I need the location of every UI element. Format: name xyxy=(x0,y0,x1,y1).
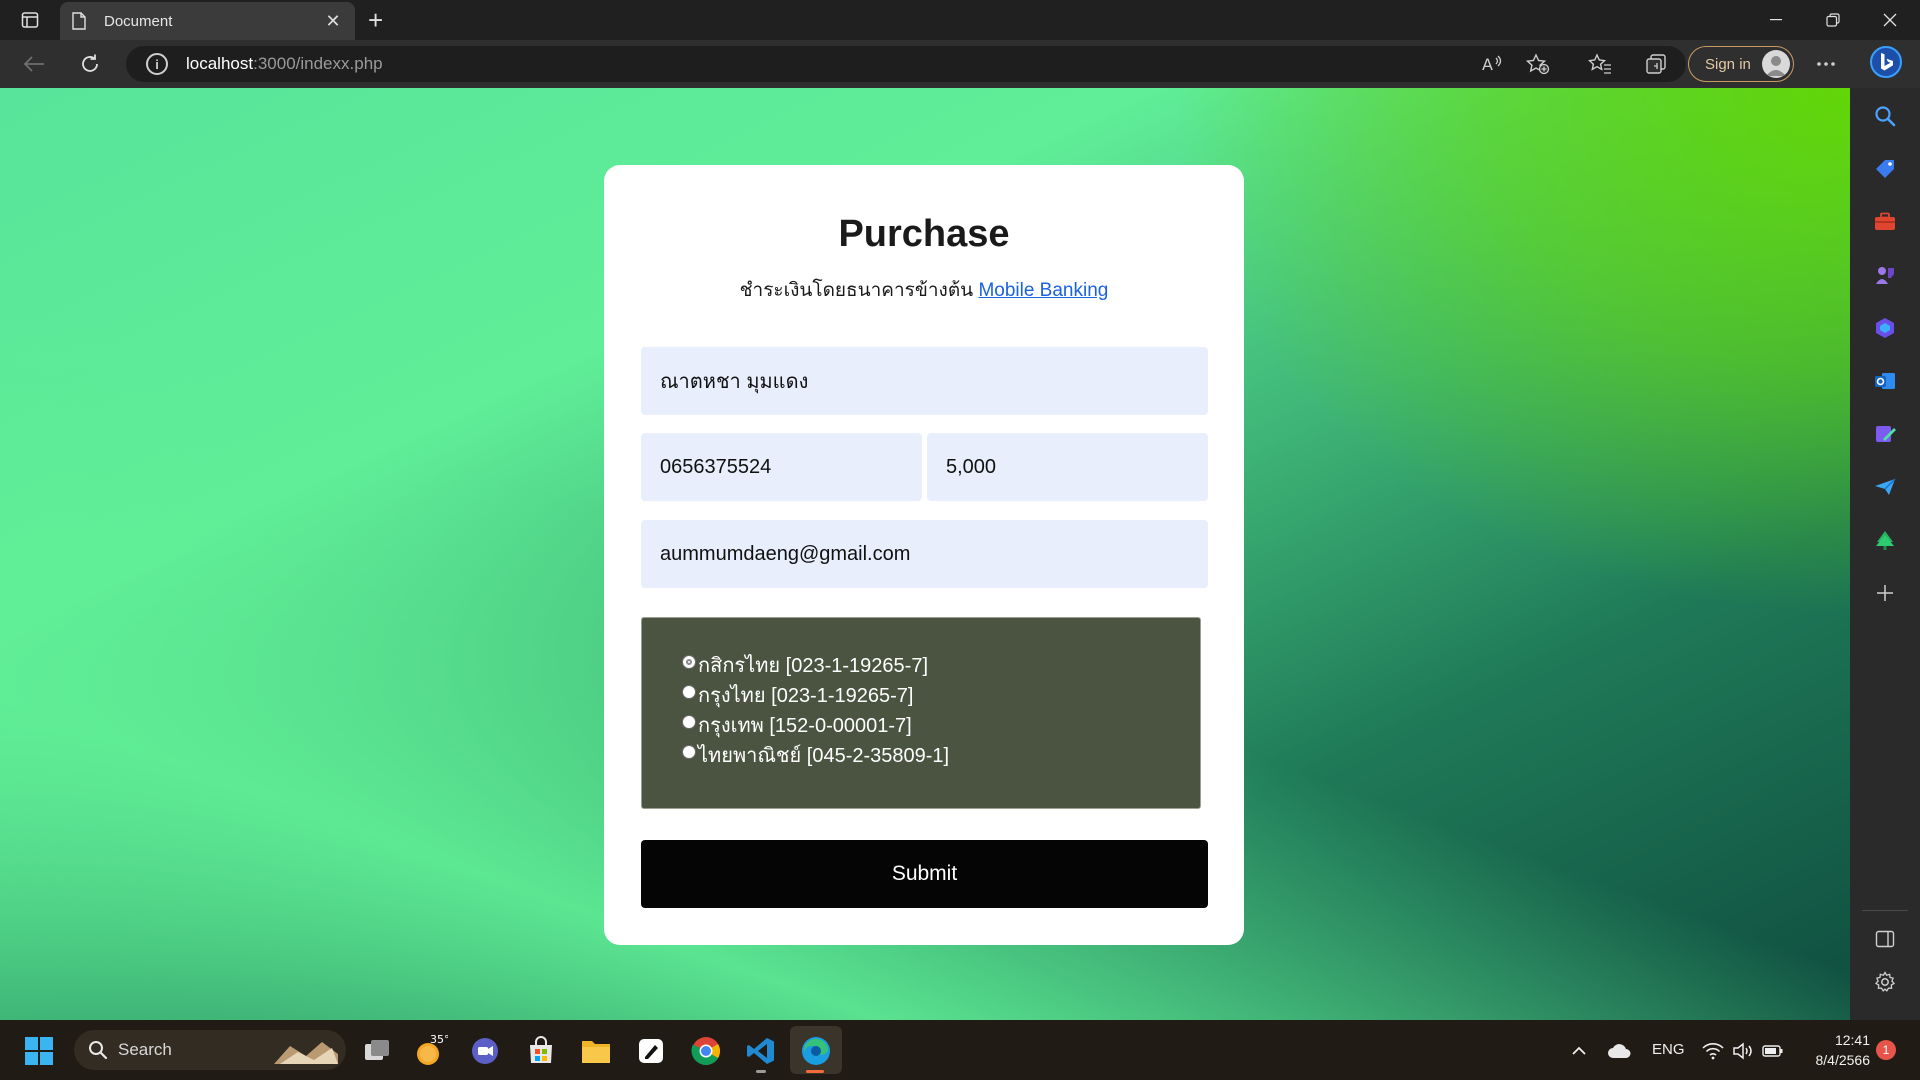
taskbar-clock[interactable]: 12:41 8/4/2566 xyxy=(1800,1030,1871,1070)
bing-copilot-icon[interactable] xyxy=(1868,44,1904,80)
new-tab-icon[interactable]: + xyxy=(368,7,383,33)
minimize-icon[interactable] xyxy=(1748,0,1804,40)
svg-text:A: A xyxy=(1482,55,1493,74)
windows-start-icon[interactable] xyxy=(22,1034,56,1068)
teams-chat-icon[interactable] xyxy=(468,1034,502,1068)
read-aloud-icon[interactable]: A xyxy=(1478,50,1506,78)
radio-krungthai[interactable] xyxy=(682,685,696,699)
amount-field[interactable]: 5,000 xyxy=(927,433,1208,501)
bank-option-scb[interactable]: ไทยพาณิชย์ [045-2-35809-1] xyxy=(682,740,1200,770)
refresh-icon[interactable] xyxy=(76,50,104,78)
microsoft-store-icon[interactable] xyxy=(524,1034,558,1068)
clock-time: 12:41 xyxy=(1834,1032,1870,1048)
radio-bangkok[interactable] xyxy=(682,715,696,729)
document-icon xyxy=(72,12,88,30)
email-field[interactable]: aummumdaeng@gmail.com xyxy=(641,520,1208,588)
edge-browser-icon[interactable] xyxy=(799,1034,833,1068)
task-view-icon[interactable] xyxy=(360,1034,394,1068)
hide-sidebar-icon[interactable] xyxy=(1871,925,1899,953)
restore-icon[interactable] xyxy=(1805,0,1861,40)
chrome-icon[interactable] xyxy=(689,1034,723,1068)
more-options-icon[interactable] xyxy=(1812,50,1840,78)
add-favorite-icon[interactable] xyxy=(1524,50,1552,78)
sidebar-divider xyxy=(1862,910,1908,911)
subtitle-text: ชำระเงินโดยธนาคารข้างต้น xyxy=(739,280,979,301)
volume-icon[interactable] xyxy=(1726,1034,1760,1068)
radio-kasikorn[interactable] xyxy=(682,655,696,669)
phone-field[interactable]: 0656375524 xyxy=(641,433,922,501)
bank-option-label: กรุงไทย [023-1-19265-7] xyxy=(698,685,914,707)
wifi-icon[interactable] xyxy=(1696,1034,1730,1068)
tab-close-icon[interactable]: ✕ xyxy=(323,11,343,32)
send-message-icon[interactable] xyxy=(1871,473,1899,501)
page-subtitle: ชำระเงินโดยธนาคารข้างต้น Mobile Banking xyxy=(604,275,1244,305)
designer-icon[interactable] xyxy=(1871,420,1899,448)
browser-toolbar: i localhost:3000/indexx.php A Sign in xyxy=(0,40,1920,88)
search-icon[interactable] xyxy=(1871,102,1899,130)
page-title: Purchase xyxy=(838,213,1010,255)
language-indicator[interactable]: ENG xyxy=(1652,1041,1685,1058)
close-window-icon[interactable] xyxy=(1862,0,1918,40)
battery-icon[interactable] xyxy=(1756,1034,1790,1068)
weather-icon[interactable]: 35° xyxy=(414,1034,448,1068)
tab-title: Document xyxy=(104,12,173,30)
page-viewport: Purchase ชำระเงินโดยธนาคารข้างต้น Mobile… xyxy=(0,88,1850,1020)
collections-icon[interactable] xyxy=(1642,50,1670,78)
bank-option-label: กรุงเทพ [152-0-00001-7] xyxy=(698,715,912,737)
sign-in-button[interactable]: Sign in xyxy=(1688,46,1794,82)
profile-avatar-icon xyxy=(1762,50,1790,78)
back-arrow-icon[interactable] xyxy=(20,50,48,78)
search-icon xyxy=(89,1041,108,1060)
outlook-icon[interactable] xyxy=(1871,367,1899,395)
address-bar[interactable]: i localhost:3000/indexx.php xyxy=(126,46,1686,82)
radio-scb[interactable] xyxy=(682,745,696,759)
bank-option-bangkok[interactable]: กรุงเทพ [152-0-00001-7] xyxy=(682,710,1200,740)
settings-gear-icon[interactable] xyxy=(1871,968,1899,996)
vscode-icon[interactable] xyxy=(744,1034,778,1068)
microsoft-365-icon[interactable] xyxy=(1871,314,1899,342)
bank-option-label: กสิกรไทย [023-1-19265-7] xyxy=(698,655,929,677)
edge-running-indicator xyxy=(806,1070,824,1073)
url-text: localhost:3000/indexx.php xyxy=(186,54,383,73)
bank-option-krungthai[interactable]: กรุงไทย [023-1-19265-7] xyxy=(682,680,1200,710)
notification-badge[interactable]: 1 xyxy=(1876,1040,1896,1060)
notes-app-icon[interactable] xyxy=(634,1034,668,1068)
tree-icon[interactable] xyxy=(1871,526,1899,554)
browser-tab-document[interactable]: Document ✕ xyxy=(60,2,355,40)
onedrive-cloud-icon[interactable] xyxy=(1602,1034,1636,1068)
file-explorer-icon[interactable] xyxy=(579,1034,613,1068)
vscode-running-indicator xyxy=(756,1070,766,1073)
mobile-banking-link[interactable]: Mobile Banking xyxy=(978,280,1108,301)
add-sidebar-app-icon[interactable] xyxy=(1871,579,1899,607)
bank-option-kasikorn[interactable]: กสิกรไทย [023-1-19265-7] xyxy=(682,650,1200,680)
sign-in-label: Sign in xyxy=(1705,55,1751,73)
browser-tab-bar: Document ✕ + xyxy=(0,0,1920,40)
windows-taskbar: Search 35° ENG 12:41 8/4/2566 1 xyxy=(0,1020,1920,1080)
bank-options-group: กสิกรไทย [023-1-19265-7] กรุงไทย [023-1-… xyxy=(641,617,1201,809)
clock-date: 8/4/2566 xyxy=(1815,1052,1871,1068)
purchase-card: Purchase ชำระเงินโดยธนาคารข้างต้น Mobile… xyxy=(604,165,1244,945)
games-icon[interactable] xyxy=(1871,261,1899,289)
submit-button[interactable]: Submit xyxy=(641,840,1208,908)
edge-sidebar xyxy=(1850,88,1920,1020)
bank-option-label: ไทยพาณิชย์ [045-2-35809-1] xyxy=(698,745,950,767)
tools-briefcase-icon[interactable] xyxy=(1871,208,1899,236)
show-hidden-icons-chevron-up-icon[interactable] xyxy=(1562,1034,1596,1068)
search-label: Search xyxy=(118,1040,172,1059)
favorites-icon[interactable] xyxy=(1586,50,1614,78)
site-info-icon[interactable]: i xyxy=(146,53,168,75)
name-field[interactable]: ณาตหชา มุมแดง xyxy=(641,347,1208,415)
shopping-tag-icon[interactable] xyxy=(1871,155,1899,183)
weather-temp: 35° xyxy=(430,1034,448,1046)
taskbar-search[interactable]: Search xyxy=(74,1030,346,1070)
search-highlight-image-icon xyxy=(274,1042,338,1064)
tab-actions-icon[interactable] xyxy=(14,8,46,32)
